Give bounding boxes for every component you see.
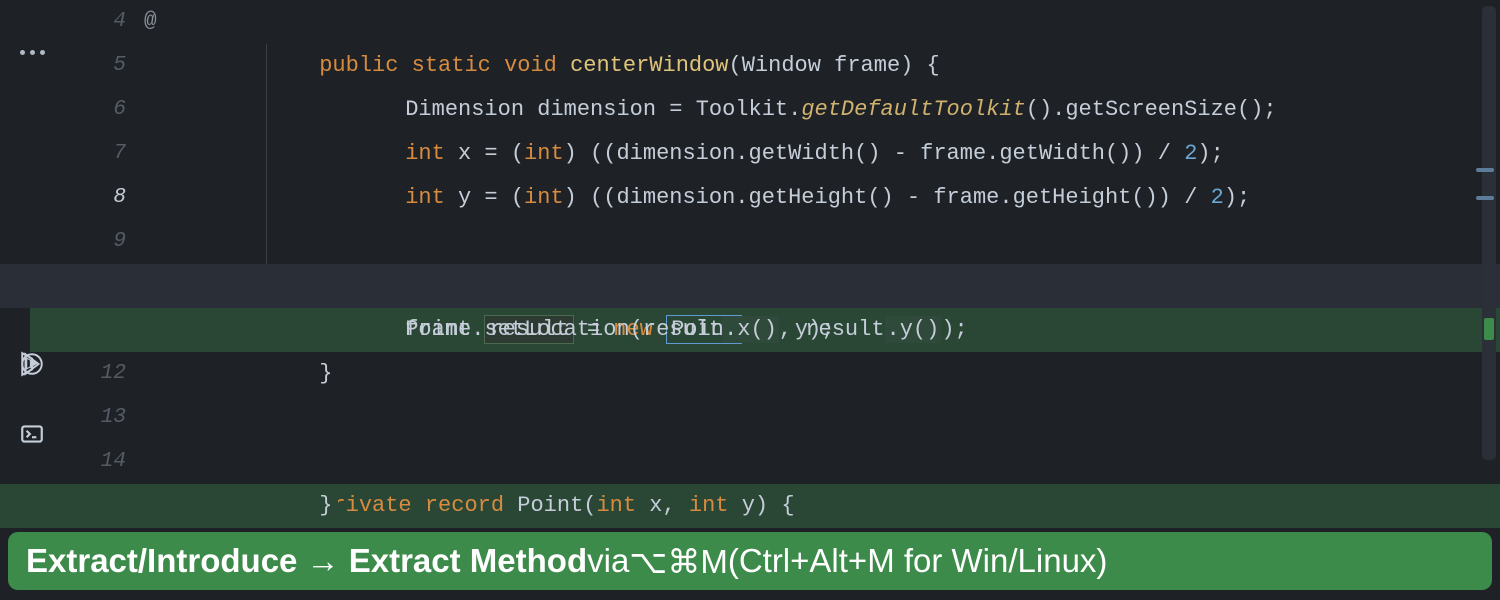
line-number[interactable]: 8 — [64, 176, 144, 220]
more-icon[interactable] — [16, 36, 48, 68]
tip-banner: Extract/Introduce → Extract Method via ⌥… — [8, 532, 1492, 590]
line-number[interactable]: 14 — [64, 440, 144, 484]
line-number[interactable]: 4 — [64, 0, 144, 44]
code-line[interactable] — [178, 220, 1500, 264]
editor-main: 4 5 6 7 8 9 10 11 12 13 14 15 @ public s… — [0, 0, 1500, 530]
line-number[interactable]: 6 — [64, 88, 144, 132]
code-editor[interactable]: public static void centerWindow(Window f… — [178, 0, 1500, 530]
code-line[interactable]: } — [178, 440, 1500, 484]
tip-shortcut: ⌥⌘M — [629, 542, 728, 581]
tip-text: via — [587, 542, 629, 580]
inspection-mark-icon[interactable]: @ — [144, 0, 178, 44]
code-line[interactable]: frame.setLocation(result.x(), result.y()… — [178, 264, 1500, 308]
line-number[interactable]: 13 — [64, 396, 144, 440]
diff-added: .y() — [885, 316, 942, 343]
line-number[interactable]: 5 — [64, 44, 144, 88]
run-icon[interactable] — [16, 348, 48, 380]
line-number[interactable]: 12 — [64, 352, 144, 396]
line-number[interactable]: 9 — [64, 220, 144, 264]
diff-added: .x() — [722, 316, 779, 343]
change-marker[interactable] — [1476, 168, 1494, 172]
code-line[interactable]: public static void centerWindow(Window f… — [178, 0, 1500, 44]
scrollbar[interactable] — [1482, 6, 1496, 460]
added-marker[interactable] — [1484, 318, 1494, 340]
tip-action: Extract/Introduce → Extract Method — [26, 542, 587, 580]
tip-text: (Ctrl+Alt+M for Win/Linux) — [728, 542, 1108, 580]
code-line[interactable]: private record Point(int x, int y) { — [178, 396, 1500, 440]
code-line[interactable] — [178, 352, 1500, 396]
change-marker[interactable] — [1476, 196, 1494, 200]
line-number[interactable]: 7 — [64, 132, 144, 176]
terminal-icon[interactable] — [16, 418, 48, 450]
